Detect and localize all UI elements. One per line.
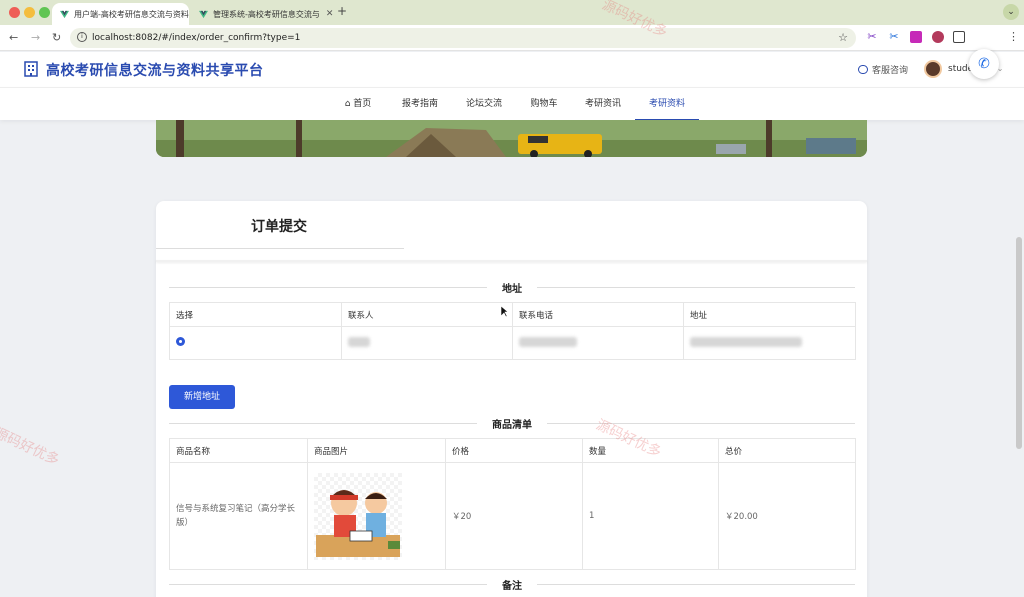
tab-search-icon[interactable]: ⌄ [1003, 4, 1019, 20]
main-nav: ⌂ 首页 报考指南 论坛交流 购物车 考研资讯 考研资料 [0, 87, 1024, 121]
phone-redacted [519, 336, 577, 347]
vue-logo-icon [199, 10, 208, 18]
site-header: 高校考研信息交流与资料共享平台 客服咨询 student01 ⌄ [0, 52, 1024, 87]
product-total: ￥20.00 [718, 462, 856, 570]
chat-bubble-icon [858, 65, 868, 74]
divider [169, 423, 477, 424]
download-extension-icon[interactable] [910, 31, 922, 43]
browser-tab-bar: 用户端-高校考研信息交流与资料 ✕ 管理系统-高校考研信息交流与 ✕ + ⌄ [0, 0, 1024, 25]
phone-call-icon[interactable]: ✆ [969, 49, 999, 79]
address-table-header: 选择 联系人 联系电话 地址 [169, 302, 856, 327]
new-tab-button[interactable]: + [337, 4, 347, 18]
minimize-window-icon[interactable] [24, 7, 35, 18]
address-section-title: 地址 [502, 284, 522, 295]
goods-table: 商品名称 商品图片 价格 数量 总价 信号与系统复习笔记（高分学长版） ￥20 … [169, 438, 856, 570]
nav-label: 报考指南 [401, 99, 438, 109]
nav-item-home[interactable]: ⌂ 首页 [340, 88, 376, 121]
nav-label: 考研资讯 [584, 99, 621, 109]
home-icon: ⌂ [344, 99, 351, 109]
add-address-button[interactable]: 新增地址 [169, 385, 235, 409]
page-root: 用户端-高校考研信息交流与资料 ✕ 管理系统-高校考研信息交流与 ✕ + ⌄ ←… [0, 0, 1024, 597]
nav-label: 首页 [353, 99, 372, 109]
address-section-header: 地址 [169, 280, 855, 295]
url-bar[interactable]: i localhost:8082/#/index/order_confirm?t… [70, 28, 856, 48]
column-header: 商品图片 [307, 438, 446, 463]
browser-menu-icon[interactable]: ⋮ [1008, 30, 1019, 43]
card-separator [156, 260, 867, 262]
product-quantity: 1 [582, 462, 719, 570]
order-card: 订单提交 地址 选择 联系人 联系电话 地址 新增地址 商品清单 商品名称 商品… [156, 201, 867, 597]
camping-scene-image [156, 120, 867, 157]
camera-extension-icon[interactable] [932, 31, 944, 43]
mouse-cursor-icon [501, 306, 509, 318]
site-title[interactable]: 高校考研信息交流与资料共享平台 [46, 60, 264, 80]
watermark: 源码好优多 [0, 424, 62, 469]
browser-tab-user[interactable]: 用户端-高校考研信息交流与资料 ✕ [52, 3, 189, 25]
product-name: 信号与系统复习笔记（高分学长版） [169, 462, 308, 570]
nav-item-cart[interactable]: 购物车 [527, 88, 561, 121]
product-image [314, 472, 402, 560]
column-header: 地址 [683, 302, 856, 327]
product-price: ￥20 [445, 462, 583, 570]
nav-item-news[interactable]: 考研资讯 [582, 88, 624, 121]
divider [547, 423, 855, 424]
customer-service-label: 客服咨询 [872, 66, 909, 76]
divider [169, 584, 487, 585]
remark-section-header: 备注 [169, 577, 855, 592]
remark-section-title: 备注 [502, 581, 522, 592]
extensions-puzzle-icon[interactable] [953, 31, 965, 43]
divider [537, 584, 855, 585]
browser-tab-admin[interactable]: 管理系统-高校考研信息交流与 ✕ [191, 3, 333, 25]
vue-logo-icon [60, 10, 69, 18]
nav-label: 论坛交流 [465, 99, 502, 109]
nav-item-forum[interactable]: 论坛交流 [463, 88, 505, 121]
goods-table-header: 商品名称 商品图片 价格 数量 总价 [169, 438, 856, 463]
address-table: 选择 联系人 联系电话 地址 [169, 302, 856, 360]
address-radio[interactable] [176, 337, 185, 346]
study-cartoon-image [316, 489, 400, 557]
forward-icon[interactable]: → [31, 31, 40, 44]
goods-section-title: 商品清单 [492, 420, 532, 431]
table-row[interactable] [169, 326, 856, 360]
nav-label: 考研资料 [648, 99, 685, 109]
nav-item-materials[interactable]: 考研资料 [635, 88, 699, 121]
building-logo-icon [24, 61, 38, 77]
column-header: 联系人 [341, 302, 513, 327]
cut-extension-icon[interactable]: ✂ [888, 31, 900, 43]
url-text: localhost:8082/#/index/order_confirm?typ… [92, 33, 301, 43]
banner-image [156, 120, 867, 157]
scissors-extension-icon[interactable]: ✂ [866, 31, 878, 43]
goods-section-header: 商品清单 [169, 416, 855, 431]
customer-service-button[interactable]: 客服咨询 [858, 63, 908, 76]
column-header: 商品名称 [169, 438, 308, 463]
back-icon[interactable]: ← [9, 31, 18, 44]
title-divider [156, 248, 404, 249]
column-header: 价格 [445, 438, 583, 463]
nav-item-guide[interactable]: 报考指南 [399, 88, 441, 121]
site-info-icon[interactable]: i [77, 32, 87, 42]
reload-icon[interactable]: ↻ [52, 31, 61, 44]
maximize-window-icon[interactable] [39, 7, 50, 18]
tab-title: 管理系统-高校考研信息交流与 [213, 9, 320, 19]
close-window-icon[interactable] [9, 7, 20, 18]
nav-label: 购物车 [530, 99, 558, 109]
column-header: 总价 [718, 438, 856, 463]
divider [537, 287, 855, 288]
bookmark-star-icon[interactable]: ☆ [838, 31, 848, 44]
tab-title: 用户端-高校考研信息交流与资料 [74, 9, 189, 19]
column-header: 选择 [169, 302, 342, 327]
avatar[interactable] [924, 60, 942, 78]
close-tab-icon[interactable]: ✕ [320, 9, 333, 19]
table-row: 信号与系统复习笔记（高分学长版） ￥20 1 ￥20.00 [169, 462, 856, 570]
divider [169, 287, 487, 288]
page-title: 订单提交 [251, 219, 307, 235]
page-scrollbar[interactable] [1016, 237, 1022, 449]
column-header: 联系电话 [512, 302, 684, 327]
address-redacted [690, 336, 802, 347]
contact-name-redacted [348, 336, 370, 347]
browser-toolbar: ← → ↻ i localhost:8082/#/index/order_con… [0, 25, 1024, 79]
